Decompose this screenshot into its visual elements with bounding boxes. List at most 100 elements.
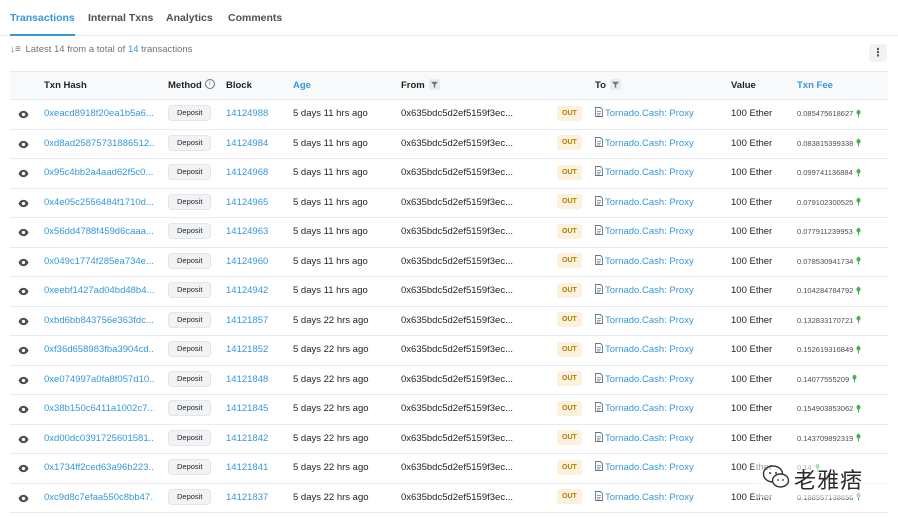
block-link[interactable]: 14121857	[226, 307, 268, 335]
method-badge: Deposit	[168, 164, 212, 181]
header-txn-fee[interactable]: Txn Fee	[797, 72, 833, 100]
eye-icon[interactable]	[18, 198, 29, 209]
txn-hash-link[interactable]: 0x1734ff2ced63a96b223...	[44, 454, 154, 482]
txn-hash-link[interactable]: 0xeebf1427ad04bd48b4...	[44, 277, 154, 305]
txn-hash-link[interactable]: 0x56dd4788f459d6caaa...	[44, 218, 154, 246]
from-address[interactable]: 0x635bdc5d2ef5159f3ec...	[401, 218, 513, 246]
txn-fee-text: 0.152619316849	[797, 345, 854, 354]
to-address[interactable]: Tornado.Cash: Proxy	[595, 277, 694, 305]
block-link[interactable]: 14124960	[226, 248, 268, 276]
tab-analytics[interactable]: Analytics	[166, 0, 213, 36]
eye-icon[interactable]	[18, 139, 29, 150]
contract-file-icon	[595, 373, 603, 383]
eye-icon[interactable]	[18, 404, 29, 415]
from-address[interactable]: 0x635bdc5d2ef5159f3ec...	[401, 130, 513, 158]
from-address[interactable]: 0x635bdc5d2ef5159f3ec...	[401, 366, 513, 394]
to-address[interactable]: Tornado.Cash: Proxy	[595, 395, 694, 423]
gas-fee-icon[interactable]	[855, 315, 862, 324]
filter-icon[interactable]	[428, 78, 440, 90]
txn-hash-link[interactable]: 0xe074997a0fa8f057d10...	[44, 366, 154, 394]
to-address[interactable]: Tornado.Cash: Proxy	[595, 248, 694, 276]
txn-hash-link[interactable]: 0xf36d658983fba3904cd...	[44, 336, 154, 364]
txn-hash-link[interactable]: 0x38b150c6411a1002c7...	[44, 395, 154, 423]
filter-icon[interactable]	[609, 78, 621, 90]
to-address[interactable]: Tornado.Cash: Proxy	[595, 159, 694, 187]
gas-fee-icon[interactable]	[851, 374, 858, 383]
gas-fee-icon[interactable]	[855, 433, 862, 442]
to-address[interactable]: Tornado.Cash: Proxy	[595, 189, 694, 217]
block-link[interactable]: 14124984	[226, 130, 268, 158]
more-options-button[interactable]: ⋮	[869, 44, 887, 62]
block-link[interactable]: 14121842	[226, 425, 268, 453]
from-address[interactable]: 0x635bdc5d2ef5159f3ec...	[401, 484, 513, 512]
txn-hash-link[interactable]: 0xc9d8c7efaa550c8bb47...	[44, 484, 154, 512]
eye-icon[interactable]	[18, 316, 29, 327]
block-link[interactable]: 14121852	[226, 336, 268, 364]
to-address[interactable]: Tornado.Cash: Proxy	[595, 425, 694, 453]
from-address[interactable]: 0x635bdc5d2ef5159f3ec...	[401, 395, 513, 423]
tab-comments[interactable]: Comments	[228, 0, 282, 36]
block-link[interactable]: 14124968	[226, 159, 268, 187]
block-link[interactable]: 14121845	[226, 395, 268, 423]
header-age[interactable]: Age	[293, 72, 311, 100]
age-text: 5 days 11 hrs ago	[293, 196, 368, 208]
to-address-label: Tornado.Cash: Proxy	[605, 403, 694, 414]
block-link[interactable]: 14121841	[226, 454, 268, 482]
eye-icon[interactable]	[18, 286, 29, 297]
txn-hash-link[interactable]: 0x95c4bb2a4aad62f5c0...	[44, 159, 154, 187]
txn-hash-link[interactable]: 0x4e05c2556484f1710d...	[44, 189, 154, 217]
to-address[interactable]: Tornado.Cash: Proxy	[595, 130, 694, 158]
from-address[interactable]: 0x635bdc5d2ef5159f3ec...	[401, 336, 513, 364]
gas-fee-icon[interactable]	[855, 197, 862, 206]
gas-fee-icon[interactable]	[855, 109, 862, 118]
from-address[interactable]: 0x635bdc5d2ef5159f3ec...	[401, 307, 513, 335]
txn-fee-cell: 0.085475618627	[797, 100, 862, 128]
txn-hash-link[interactable]: 0xd00dc0391725601581...	[44, 425, 154, 453]
tab-internal-txns[interactable]: Internal Txns	[88, 0, 153, 36]
eye-icon[interactable]	[18, 109, 29, 120]
eye-icon[interactable]	[18, 257, 29, 268]
to-address[interactable]: Tornado.Cash: Proxy	[595, 454, 694, 482]
gas-fee-icon[interactable]	[855, 168, 862, 177]
from-address[interactable]: 0x635bdc5d2ef5159f3ec...	[401, 189, 513, 217]
gas-fee-icon[interactable]	[855, 286, 862, 295]
to-address[interactable]: Tornado.Cash: Proxy	[595, 218, 694, 246]
from-address[interactable]: 0x635bdc5d2ef5159f3ec...	[401, 454, 513, 482]
txn-hash-link[interactable]: 0xbd6bb843756e363fdc...	[44, 307, 154, 335]
block-link[interactable]: 14124963	[226, 218, 268, 246]
block-link[interactable]: 14121848	[226, 366, 268, 394]
value-text: 100 Ether	[731, 226, 773, 237]
gas-fee-icon[interactable]	[855, 256, 862, 265]
eye-icon[interactable]	[18, 168, 29, 179]
eye-icon[interactable]	[18, 493, 29, 504]
to-address[interactable]: Tornado.Cash: Proxy	[595, 100, 694, 128]
block-link[interactable]: 14124988	[226, 100, 268, 128]
to-address[interactable]: Tornado.Cash: Proxy	[595, 336, 694, 364]
block-link[interactable]: 14121837	[226, 484, 268, 512]
block-link[interactable]: 14124942	[226, 277, 268, 305]
eye-icon[interactable]	[18, 463, 29, 474]
from-address[interactable]: 0x635bdc5d2ef5159f3ec...	[401, 248, 513, 276]
gas-fee-icon[interactable]	[855, 404, 862, 413]
gas-fee-icon[interactable]	[855, 345, 862, 354]
txn-hash-link[interactable]: 0xeacd8918f20ea1b5a6...	[44, 100, 154, 128]
txn-hash-link[interactable]: 0xd8ad25875731886512...	[44, 130, 154, 158]
tab-transactions[interactable]: Transactions	[10, 0, 75, 36]
from-address[interactable]: 0x635bdc5d2ef5159f3ec...	[401, 100, 513, 128]
gas-fee-icon[interactable]	[855, 138, 862, 147]
method-badge: Deposit	[168, 134, 212, 151]
eye-icon[interactable]	[18, 434, 29, 445]
from-address[interactable]: 0x635bdc5d2ef5159f3ec...	[401, 159, 513, 187]
from-address[interactable]: 0x635bdc5d2ef5159f3ec...	[401, 277, 513, 305]
from-address[interactable]: 0x635bdc5d2ef5159f3ec...	[401, 425, 513, 453]
info-icon[interactable]: i	[204, 79, 215, 90]
to-address[interactable]: Tornado.Cash: Proxy	[595, 307, 694, 335]
eye-icon[interactable]	[18, 345, 29, 356]
to-address[interactable]: Tornado.Cash: Proxy	[595, 366, 694, 394]
eye-icon[interactable]	[18, 227, 29, 238]
to-address[interactable]: Tornado.Cash: Proxy	[595, 484, 694, 512]
txn-hash-link[interactable]: 0x049c1774f285ea734e...	[44, 248, 154, 276]
gas-fee-icon[interactable]	[855, 227, 862, 236]
eye-icon[interactable]	[18, 375, 29, 386]
block-link[interactable]: 14124965	[226, 189, 268, 217]
